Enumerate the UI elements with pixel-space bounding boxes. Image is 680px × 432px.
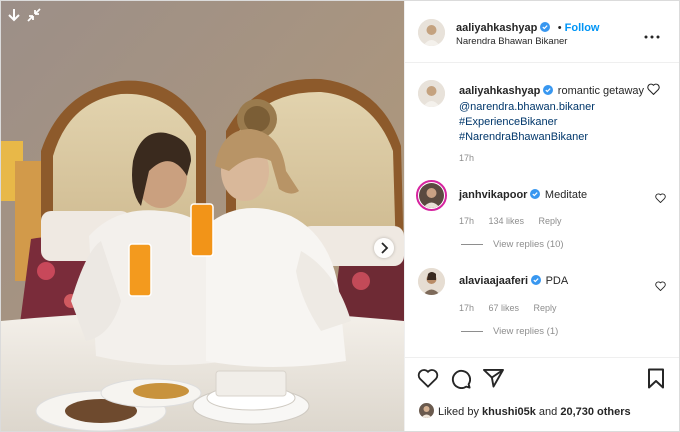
replies-divider (461, 243, 483, 245)
caption-username[interactable]: aaliyahkashyap (459, 85, 540, 97)
post-side-panel: aaliyahkashyap • Follow Narendra Bhawan B… (404, 1, 679, 431)
post-header: aaliyahkashyap • Follow Narendra Bhawan B… (405, 1, 679, 63)
caption-hashtag[interactable]: #NarendraBhawanBikaner (459, 130, 649, 145)
comment-meta: 17h 67 likes Reply (459, 298, 556, 316)
caption-timestamp: 17h (459, 153, 475, 163)
follow-separator: • (557, 22, 562, 34)
comment-heart-icon[interactable] (655, 278, 666, 292)
comment-likes[interactable]: 134 likes (488, 216, 524, 226)
more-horizontal-icon[interactable] (644, 27, 660, 45)
comment-username[interactable]: alaviaajaaferi (459, 275, 528, 287)
replies-divider (461, 330, 483, 332)
post-location[interactable]: Narendra Bhawan Bikaner (456, 36, 567, 47)
likes-summary: Liked by khushi05k and 20,730 others (419, 403, 631, 418)
post-photo[interactable] (1, 1, 404, 431)
comment-avatar[interactable] (416, 180, 447, 211)
caption-mention[interactable]: @narendra.bhawan.bikaner (459, 100, 649, 115)
comment-text: PDA (545, 275, 569, 287)
caption-text: romantic getaway (557, 85, 645, 97)
caption-hashtag[interactable]: #ExperienceBikaner (459, 115, 649, 130)
view-replies-label: View replies (1) (493, 326, 559, 337)
liker-avatar[interactable] (419, 403, 434, 418)
view-replies-label: View replies (10) (493, 239, 564, 250)
liked-by-user[interactable]: khushi05k (482, 406, 536, 418)
verified-badge-icon (540, 19, 551, 32)
instagram-post: aaliyahkashyap • Follow Narendra Bhawan B… (0, 0, 680, 432)
comment-avatar[interactable] (418, 268, 445, 295)
caption: aaliyahkashyap romantic getaway @narendr… (459, 81, 649, 145)
comment-timestamp: 17h (459, 216, 475, 226)
liked-by-prefix: Liked by (438, 406, 479, 418)
comment-meta: 17h 134 likes Reply (459, 211, 561, 229)
author-username[interactable]: aaliyahkashyap (456, 22, 537, 34)
comment-heart-icon[interactable] (655, 190, 666, 204)
follow-button[interactable]: Follow (565, 22, 600, 34)
comment-icon[interactable] (450, 368, 472, 394)
view-replies-button[interactable]: View replies (1) (461, 326, 558, 337)
author-avatar[interactable] (418, 19, 445, 46)
post-actions: Liked by khushi05k and 20,730 others (405, 357, 679, 431)
bookmark-icon[interactable] (647, 368, 665, 394)
verified-badge-icon (531, 272, 542, 285)
comment-text: Meditate (544, 189, 588, 201)
comment-username[interactable]: janhvikapoor (459, 189, 527, 201)
caption-avatar[interactable] (418, 80, 445, 107)
arrow-down-icon[interactable] (7, 8, 23, 24)
comment: janhvikapoor Meditate (459, 185, 587, 203)
verified-badge-icon (530, 186, 541, 199)
reply-button[interactable]: Reply (538, 216, 561, 226)
heart-icon[interactable] (417, 368, 439, 393)
next-photo-button[interactable] (374, 238, 394, 258)
reply-button[interactable]: Reply (533, 303, 556, 313)
verified-badge-icon (543, 82, 554, 95)
share-icon[interactable] (483, 368, 504, 393)
comment: alaviaajaaferi PDA (459, 271, 568, 289)
comment-likes[interactable]: 67 likes (488, 303, 519, 313)
view-replies-button[interactable]: View replies (10) (461, 239, 564, 250)
photo-illustration (1, 1, 404, 431)
comment-timestamp: 17h (459, 303, 475, 313)
liked-by-and: and (538, 406, 558, 418)
chevron-right-icon (381, 242, 389, 254)
collapse-icon[interactable] (27, 8, 43, 24)
liked-by-others[interactable]: 20,730 others (560, 406, 630, 418)
caption-heart-icon[interactable] (647, 82, 660, 96)
